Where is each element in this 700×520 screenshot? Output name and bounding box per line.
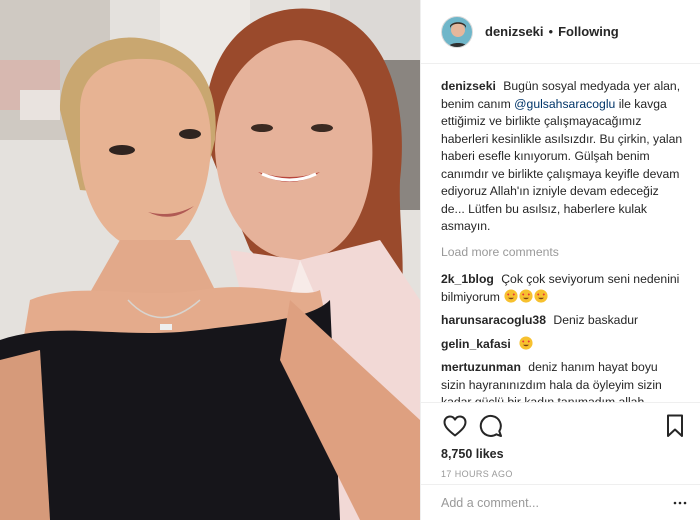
list-item: 2k_1blog Çok çok seviyorum seni nedenini… [441, 271, 683, 306]
caption-username[interactable]: denizseki [441, 79, 496, 93]
caption-mention-link[interactable]: @gulsahsaracoglu [514, 97, 615, 111]
caption-text-after: ile kavga ettiğimiz ve birlikte çalışmay… [441, 96, 683, 234]
comment-text: Deniz baskadur [553, 313, 639, 327]
caption: denizseki Bugün sosyal medyada yer alan,… [441, 78, 683, 236]
like-button[interactable] [441, 412, 469, 440]
comments-list[interactable]: denizseki Bugün sosyal medyada yer alan,… [421, 64, 700, 402]
post-photo[interactable] [0, 0, 420, 520]
heart-eyes-emoji [519, 335, 533, 350]
heart-eyes-emoji [519, 288, 533, 303]
speech-bubble-icon [479, 414, 502, 437]
heart-eyes-emoji [534, 288, 548, 303]
list-item: mertuzunman deniz hanım hayat boyu sizin… [441, 359, 683, 402]
photo-illustration [0, 0, 420, 520]
comment-username[interactable]: 2k_1blog [441, 272, 494, 286]
post-side-panel: denizseki • Following denizseki Bugün so… [420, 0, 700, 520]
post-timestamp[interactable]: 17 HOURS AGO [441, 469, 681, 479]
heart-eyes-emoji [504, 288, 518, 303]
more-options-icon[interactable] [673, 497, 687, 509]
username-link[interactable]: denizseki [485, 24, 544, 39]
list-item: gelin_kafasi [441, 335, 683, 354]
comment-username[interactable]: gelin_kafasi [441, 337, 511, 351]
comment-input[interactable] [441, 495, 681, 510]
heart-outline-icon [443, 415, 467, 437]
likes-count[interactable]: 8,750 likes [441, 447, 681, 461]
action-icons-row [441, 409, 683, 443]
post-header: denizseki • Following [421, 0, 700, 64]
separator-dot: • [548, 24, 554, 39]
add-comment-bar [421, 484, 700, 520]
comment-username[interactable]: harunsaracoglu38 [441, 313, 546, 327]
load-more-comments-button[interactable]: Load more comments [441, 244, 683, 262]
save-button[interactable] [661, 412, 689, 440]
comment-username[interactable]: mertuzunman [441, 360, 521, 374]
bookmark-icon [667, 414, 683, 437]
list-item: harunsaracoglu38 Deniz baskadur [441, 312, 683, 330]
comment-button[interactable] [477, 412, 505, 440]
following-button[interactable]: Following [558, 24, 619, 39]
avatar[interactable] [441, 15, 473, 48]
avatar-image [442, 16, 472, 47]
